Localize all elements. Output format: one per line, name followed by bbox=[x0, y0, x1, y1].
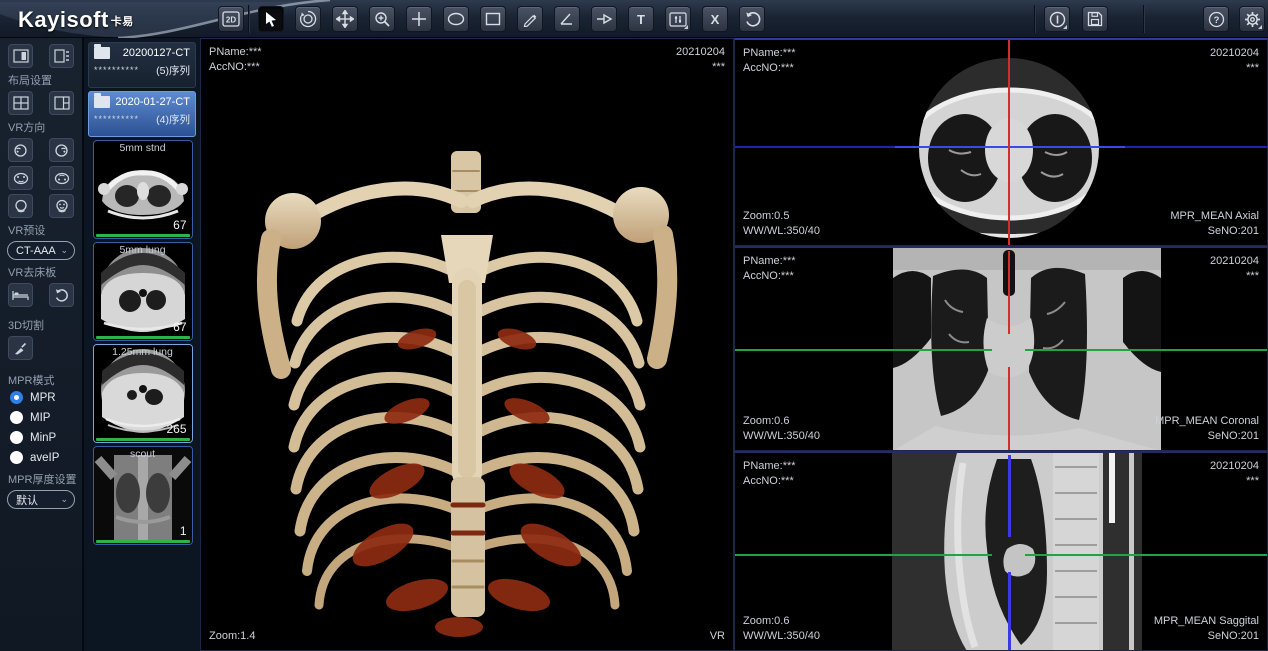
toolbar-separator bbox=[1034, 5, 1035, 33]
arrow-annotation-icon[interactable] bbox=[591, 6, 617, 32]
folder-icon bbox=[94, 47, 110, 59]
folder-open-icon bbox=[94, 96, 110, 108]
radio-icon bbox=[10, 451, 23, 464]
vr-preset-value: CT-AAA bbox=[16, 245, 56, 257]
dropdown-corner bbox=[1063, 25, 1067, 29]
pencil-measure-icon[interactable] bbox=[517, 6, 543, 32]
settings-gear-icon[interactable] bbox=[1239, 6, 1265, 32]
window-preset-icon[interactable] bbox=[665, 6, 691, 32]
rotate-orbit-icon[interactable] bbox=[295, 6, 321, 32]
pan-icon[interactable] bbox=[332, 6, 358, 32]
mpr-mode-radio-aveip[interactable]: aveIP bbox=[0, 451, 82, 464]
app-logo: Kayisoft卡易 bbox=[18, 7, 134, 33]
load-progress-bar bbox=[96, 438, 190, 441]
mpr-mode-radio-mip[interactable]: MIP bbox=[0, 411, 82, 424]
mpr-mode-label: MPR模式 bbox=[0, 372, 82, 388]
coronal-ct-image bbox=[735, 248, 1267, 451]
layout-1plus3-icon[interactable] bbox=[49, 91, 74, 115]
svg-text:2D: 2D bbox=[226, 16, 236, 25]
angle-measure-icon[interactable] bbox=[554, 6, 580, 32]
axial-ct-image bbox=[735, 40, 1267, 246]
text-annotation-icon[interactable]: T bbox=[628, 6, 654, 32]
mpr-thickness-label: MPR厚度设置 bbox=[0, 471, 82, 487]
3d-cut-label: 3D切割 bbox=[0, 317, 82, 333]
mpr-thickness-value: 默认 bbox=[16, 492, 38, 508]
series-thumbnail-5mm-lung[interactable]: 5mm lung 67 bbox=[93, 242, 193, 341]
top-toolbar: Kayisoft卡易 2D bbox=[0, 0, 1268, 38]
head-right-icon[interactable] bbox=[49, 138, 74, 162]
study-item[interactable]: 20200127-CT ********** (5)序列 bbox=[88, 42, 196, 88]
series-thumbnail-125mm-lung[interactable]: 1.25mm lung 265 bbox=[93, 344, 193, 443]
dicom-viewer-window: Kayisoft卡易 2D bbox=[0, 0, 1268, 651]
svg-text:?: ? bbox=[1213, 15, 1219, 26]
mpr-thickness-select[interactable]: 默认 ⌄ bbox=[7, 490, 75, 509]
zoom-icon[interactable] bbox=[369, 6, 395, 32]
delete-glyph: X bbox=[711, 12, 720, 27]
select-cursor-icon[interactable] bbox=[258, 6, 284, 32]
layout-settings-label: 布局设置 bbox=[0, 72, 82, 88]
reset-view-icon[interactable] bbox=[739, 6, 765, 32]
rect-roi-icon[interactable] bbox=[480, 6, 506, 32]
head-back-icon[interactable] bbox=[8, 194, 33, 218]
bed-reset-icon[interactable] bbox=[49, 283, 74, 307]
head-left-icon[interactable] bbox=[8, 138, 33, 162]
viewport-mpr-coronal[interactable]: PName:***AccNO:*** 20210204*** Zoom:0.6W… bbox=[734, 246, 1268, 451]
2d-view-icon[interactable]: 2D bbox=[218, 6, 244, 32]
bed-removal-label: VR去床板 bbox=[0, 264, 82, 280]
series-list-panel: 20200127-CT ********** (5)序列 2020-01-27-… bbox=[84, 38, 200, 651]
remove-bed-icon[interactable] bbox=[8, 283, 33, 307]
study-item-selected[interactable]: 2020-01-27-CT ********** (4)序列 bbox=[88, 91, 196, 137]
ellipse-roi-icon[interactable] bbox=[443, 6, 469, 32]
head-top-icon[interactable] bbox=[8, 166, 33, 190]
info-icon[interactable] bbox=[1044, 6, 1070, 32]
load-progress-bar bbox=[96, 540, 190, 543]
toolbar-separator bbox=[248, 5, 249, 33]
mpr-mode-radio-minp[interactable]: MinP bbox=[0, 431, 82, 444]
vr-direction-label: VR方向 bbox=[0, 119, 82, 135]
dropdown-corner bbox=[1258, 25, 1262, 29]
load-progress-bar bbox=[96, 336, 190, 339]
text-annotation-glyph: T bbox=[637, 12, 645, 27]
viewport-mpr-sagittal[interactable]: PName:***AccNO:*** 20210204*** Zoom:0.6W… bbox=[734, 451, 1268, 651]
chevron-down-icon: ⌄ bbox=[60, 494, 68, 505]
head-bottom-icon[interactable] bbox=[49, 166, 74, 190]
load-progress-bar bbox=[96, 234, 190, 237]
thumb-scout-image bbox=[94, 447, 192, 544]
vr-preset-select[interactable]: CT-AAA ⌄ bbox=[7, 241, 75, 260]
chevron-down-icon: ⌄ bbox=[60, 245, 68, 256]
toolbar-separator bbox=[1143, 5, 1144, 33]
dropdown-corner bbox=[684, 25, 688, 29]
radio-icon bbox=[10, 411, 23, 424]
radio-icon bbox=[10, 431, 23, 444]
delete-annotation-icon[interactable]: X bbox=[702, 6, 728, 32]
save-icon[interactable] bbox=[1082, 6, 1108, 32]
crosshair-icon[interactable] bbox=[406, 6, 432, 32]
series-thumbnail-5mm-stnd[interactable]: 5mm stnd 67 bbox=[93, 140, 193, 239]
radio-selected-icon bbox=[10, 391, 23, 404]
viewport-mpr-axial[interactable]: PName:***AccNO:*** 20210204*** Zoom:0.5W… bbox=[734, 38, 1268, 246]
left-control-sidebar: 布局设置 VR方向 VR预设 CT-AAA ⌄ VR去床板 3D切割 bbox=[0, 38, 83, 651]
sagittal-ct-image bbox=[735, 453, 1267, 651]
series-thumbnail-scout[interactable]: scout 1 bbox=[93, 446, 193, 545]
layout-grid-2x2-icon[interactable] bbox=[8, 91, 33, 115]
mpr-mode-radio-mpr[interactable]: MPR bbox=[0, 391, 82, 404]
layout-preset-2-icon[interactable] bbox=[49, 44, 74, 68]
vr-preset-label: VR预设 bbox=[0, 222, 82, 238]
scalpel-icon[interactable] bbox=[8, 336, 33, 360]
vr-ribcage-render bbox=[201, 39, 733, 650]
head-front-icon[interactable] bbox=[49, 194, 74, 218]
layout-preset-1-icon[interactable] bbox=[8, 44, 33, 68]
help-icon[interactable]: ? bbox=[1203, 6, 1229, 32]
viewport-vr-3d[interactable]: PName:***AccNO:*** 20210204*** Zoom:1.4 … bbox=[200, 38, 734, 651]
